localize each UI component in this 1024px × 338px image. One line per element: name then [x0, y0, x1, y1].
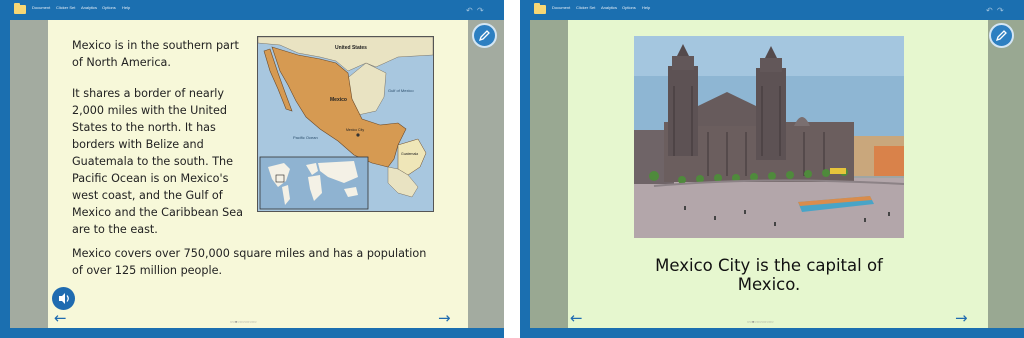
- page-forward-arrow[interactable]: →: [955, 311, 968, 326]
- arrow-left-icon: ←: [54, 309, 67, 327]
- page-indicator-dots[interactable]: ○○●○○○○○○○○: [230, 319, 257, 324]
- text-paragraph-2: It shares a border of nearly 2,000 miles…: [72, 87, 243, 236]
- redo-icon[interactable]: ↷: [477, 6, 484, 15]
- undo-icon[interactable]: ↶: [466, 6, 473, 15]
- pencil-icon: [478, 30, 490, 42]
- menu-document[interactable]: Document: [32, 5, 50, 10]
- menu-clicker-set[interactable]: Clicker Set: [56, 5, 75, 10]
- map-label-united-states: United States: [335, 45, 367, 51]
- left-page-margin: [530, 20, 568, 328]
- menu-bar: Document Clicker Set Analytics Options H…: [0, 0, 504, 20]
- mexico-city-cathedral-image: [634, 36, 904, 238]
- text-paragraph-3: Mexico covers over 750,000 square miles …: [72, 247, 427, 277]
- text-paragraph-1: Mexico is in the southern part of North …: [72, 39, 239, 69]
- page-back-arrow[interactable]: ←: [570, 311, 583, 326]
- edit-button[interactable]: [989, 23, 1014, 48]
- map-label-mexico: Mexico: [330, 97, 347, 103]
- undo-icon[interactable]: ↶: [986, 6, 993, 15]
- folder-icon[interactable]: [534, 3, 546, 14]
- world-map-inset: [259, 156, 369, 210]
- map-label-city: Mexico City: [346, 128, 364, 132]
- pencil-icon: [995, 30, 1007, 42]
- menu-clicker-set[interactable]: Clicker Set: [576, 5, 595, 10]
- menu-help[interactable]: Help: [122, 5, 130, 10]
- caption-text: Mexico City is the capital of Mexico.: [655, 256, 883, 294]
- menu-help[interactable]: Help: [642, 5, 650, 10]
- page-indicator-dots[interactable]: ○○●○○○○○○○○: [747, 319, 774, 324]
- page-back-arrow[interactable]: ←: [54, 311, 67, 326]
- arrow-left-icon: ←: [570, 309, 583, 327]
- arrow-right-icon: →: [955, 309, 968, 327]
- menu-analytics[interactable]: Analytics: [601, 5, 617, 10]
- arrow-right-icon: →: [438, 309, 451, 327]
- left-page-margin: [10, 20, 48, 328]
- menu-options[interactable]: Options: [622, 5, 636, 10]
- right-page-margin: [468, 20, 504, 328]
- read-aloud-button[interactable]: [52, 287, 75, 310]
- redo-icon[interactable]: ↷: [997, 6, 1004, 15]
- folder-icon[interactable]: [14, 3, 26, 14]
- map-label-guatemala: Guatemala: [401, 152, 418, 156]
- edit-button[interactable]: [472, 23, 497, 48]
- page-forward-arrow[interactable]: →: [438, 311, 451, 326]
- menu-bar: Document Clicker Set Analytics Options H…: [520, 0, 1024, 20]
- mexico-map-image: United States Mexico Gulf of Mexico Paci…: [257, 36, 434, 212]
- menu-analytics[interactable]: Analytics: [81, 5, 97, 10]
- map-label-gulf: Gulf of Mexico: [388, 88, 414, 93]
- speaker-icon: [59, 293, 69, 304]
- menu-document[interactable]: Document: [552, 5, 570, 10]
- menu-options[interactable]: Options: [102, 5, 116, 10]
- map-label-pacific: Pacific Ocean: [293, 135, 318, 140]
- right-page-margin: [988, 20, 1024, 328]
